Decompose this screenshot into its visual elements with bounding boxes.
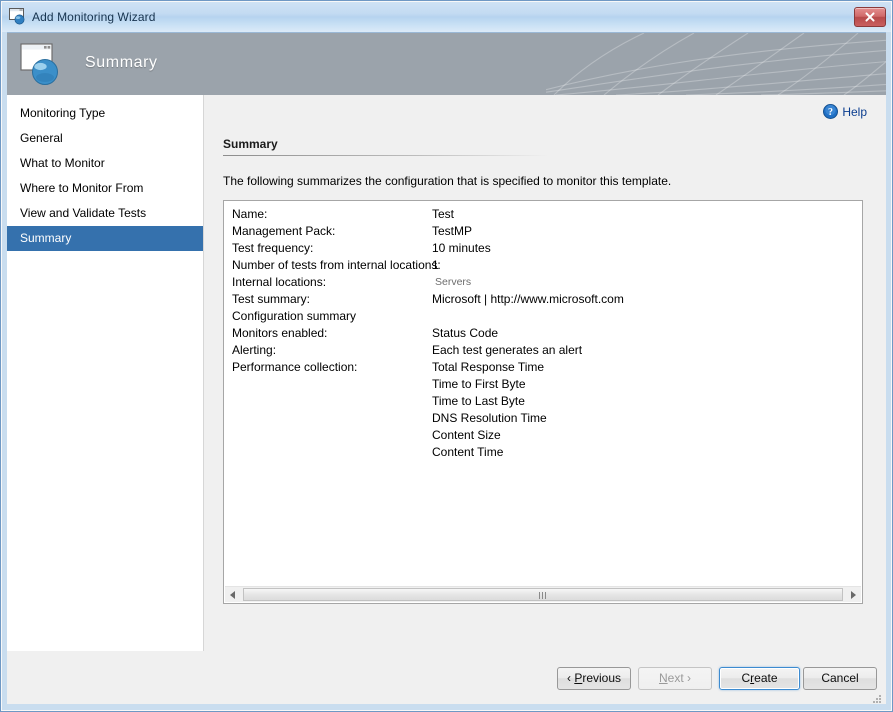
summary-row-value: 10 minutes xyxy=(432,241,491,255)
sidebar-item-where-to-monitor-from[interactable]: Where to Monitor From xyxy=(7,176,203,201)
summary-row-value: Content Size xyxy=(432,428,501,442)
summary-row-label: Name: xyxy=(232,207,268,221)
summary-row: Time to First Byte xyxy=(232,376,862,393)
help-link[interactable]: ? Help xyxy=(823,104,867,119)
summary-row: Number of tests from internal locations:… xyxy=(232,257,862,274)
page-title: Summary xyxy=(85,54,158,71)
summary-row-label: Configuration summary xyxy=(232,309,357,323)
summary-details-box: Name: Test Management Pack: TestMP Test freq… xyxy=(223,200,863,604)
wizard-banner: Summary xyxy=(7,33,886,95)
summary-row: Management Pack: TestMP xyxy=(232,223,862,240)
summary-row-value: Test xyxy=(432,207,455,221)
scrollbar-grip-icon xyxy=(539,592,547,599)
window-globe-icon xyxy=(20,43,66,87)
summary-row: Name: Test xyxy=(232,206,862,223)
summary-row: Configuration summary xyxy=(232,308,862,325)
window-globe-icon xyxy=(9,8,27,25)
banner-mesh-decoration xyxy=(546,33,886,95)
section-description: The following summarizes the configurati… xyxy=(223,174,672,188)
summary-row-value: 1 xyxy=(432,258,439,272)
window-edge-left xyxy=(2,32,7,710)
summary-row-label: Performance collection: xyxy=(232,360,358,374)
summary-row-value: DNS Resolution Time xyxy=(432,411,547,425)
summary-row-value: Time to Last Byte xyxy=(432,394,525,408)
window-titlebar: Add Monitoring Wizard xyxy=(2,2,891,33)
window-title: Add Monitoring Wizard xyxy=(32,10,156,24)
summary-row: Test frequency: 10 minutes xyxy=(232,240,862,257)
summary-row-value: TestMP xyxy=(432,224,473,238)
section-title: Summary xyxy=(223,137,278,151)
wizard-content-panel: ? Help Summary The following summarizes … xyxy=(204,95,886,651)
help-label: Help xyxy=(842,105,867,119)
wizard-footer: ‹ Previous Next › Create Cancel xyxy=(7,651,886,707)
summary-row-value: Total Response Time xyxy=(432,360,545,374)
summary-row-label: Management Pack: xyxy=(232,224,336,238)
summary-row-label: Test summary: xyxy=(232,292,311,306)
summary-row: DNS Resolution Time xyxy=(232,410,862,427)
summary-row-label: Monitors enabled: xyxy=(232,326,328,340)
window-edge-bottom xyxy=(2,704,891,710)
add-monitoring-wizard-window: Add Monitoring Wizard Summary Monitoring… xyxy=(0,0,893,712)
summary-row: Monitors enabled: Status Code xyxy=(232,325,862,342)
accelerator-char: r xyxy=(750,671,755,685)
summary-row: Internal locations: Servers xyxy=(232,274,862,291)
next-button: Next › xyxy=(638,667,712,690)
summary-row-value: Time to First Byte xyxy=(432,377,526,391)
summary-row: Content Time xyxy=(232,444,862,461)
accelerator-char: N xyxy=(658,671,668,685)
summary-row-label: Alerting: xyxy=(232,343,277,357)
summary-row: Test summary: Microsoft | http://www.micr… xyxy=(232,291,862,308)
summary-row: Alerting: Each test generates an alert xyxy=(232,342,862,359)
sidebar-item-monitoring-type[interactable]: Monitoring Type xyxy=(7,101,203,126)
wizard-step-sidebar: Monitoring Type General What to Monitor … xyxy=(7,95,204,651)
summary-row: Performance collection: Total Response Ti… xyxy=(232,359,862,376)
summary-row-value: Servers xyxy=(435,276,472,288)
cancel-button[interactable]: Cancel xyxy=(803,667,877,690)
horizontal-scrollbar[interactable] xyxy=(225,586,861,602)
close-icon[interactable] xyxy=(854,7,886,27)
create-button[interactable]: Create xyxy=(719,667,800,690)
accelerator-char: P xyxy=(574,671,583,685)
triangle-left-icon[interactable] xyxy=(225,587,241,602)
summary-row: Time to Last Byte xyxy=(232,393,862,410)
section-divider xyxy=(223,155,548,156)
svg-text:?: ? xyxy=(828,107,833,118)
sidebar-item-view-and-validate-tests[interactable]: View and Validate Tests xyxy=(7,201,203,226)
summary-row-label: Number of tests from internal locations: xyxy=(232,258,441,272)
sidebar-item-what-to-monitor[interactable]: What to Monitor xyxy=(7,151,203,176)
summary-row-label: Test frequency: xyxy=(232,241,314,255)
summary-row: Content Size xyxy=(232,427,862,444)
summary-row-value: Each test generates an alert xyxy=(432,343,583,357)
sidebar-item-summary[interactable]: Summary xyxy=(7,226,203,251)
triangle-right-icon[interactable] xyxy=(845,587,861,602)
summary-row-value: Status Code xyxy=(432,326,499,340)
summary-row-value: Content Time xyxy=(432,445,504,459)
help-circle-icon: ? xyxy=(823,104,839,119)
window-edge-right xyxy=(886,32,891,710)
summary-row-value: Microsoft | http://www.microsoft.com xyxy=(432,292,624,306)
summary-rows: Name: Test Management Pack: TestMP Test freq… xyxy=(224,206,862,461)
scrollbar-thumb[interactable] xyxy=(243,588,843,601)
summary-row-label: Internal locations: xyxy=(232,275,327,289)
sidebar-item-general[interactable]: General xyxy=(7,126,203,151)
previous-button[interactable]: ‹ Previous xyxy=(557,667,631,690)
